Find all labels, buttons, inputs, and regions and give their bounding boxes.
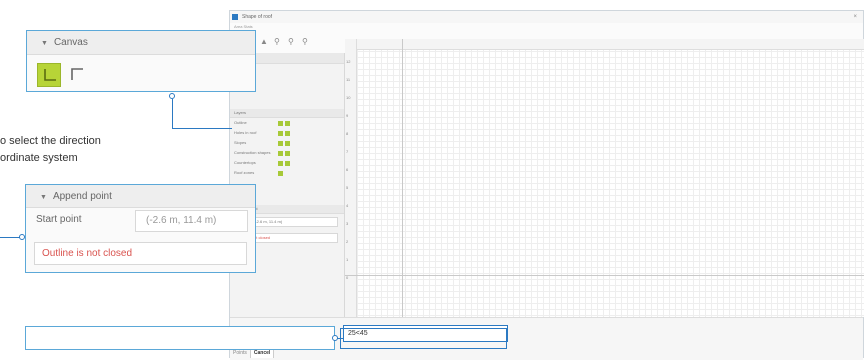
append-section-header[interactable]: ▼ Append point (26, 185, 255, 208)
layer-item[interactable]: Slopes (234, 139, 246, 147)
window-title: Shape of roof (242, 14, 273, 20)
layer-visibility-toggle[interactable] (278, 131, 283, 136)
layer-item[interactable]: Roof zones (234, 169, 254, 177)
ruler-label: 3 (346, 221, 349, 226)
undo-icon[interactable]: ▲ (260, 37, 268, 46)
ruler-label: 9 (346, 113, 349, 118)
zoom-out-icon[interactable]: ⚲ (288, 37, 294, 46)
ruler-label: 2 (346, 239, 349, 244)
collapse-triangle-icon: ▼ (41, 40, 48, 47)
layers-title: Layers (234, 110, 247, 115)
drawing-canvas[interactable]: 12 11 10 9 8 7 6 5 4 3 2 1 0 (345, 39, 864, 317)
append-point-callout: ▼ Append point Start point (-2.6 m, 11.4 … (25, 184, 256, 273)
ruler-label: 11 (346, 77, 351, 82)
layer-visibility-toggle[interactable] (278, 141, 283, 146)
append-section-title: Append point (52, 191, 112, 202)
layers-header: Layers (230, 109, 344, 118)
input-callout (25, 326, 335, 350)
ruler-label: 1 (346, 257, 349, 262)
zoom-fit-icon[interactable]: ⚲ (302, 37, 308, 46)
ruler-label: 6 (346, 167, 349, 172)
connector-dot (19, 234, 25, 240)
note-line-2: ordinate system (0, 152, 78, 164)
collapse-triangle-icon: ▼ (40, 194, 47, 201)
connector-dot (332, 335, 338, 341)
layer-lock-toggle[interactable] (285, 141, 290, 146)
zoom-in-icon[interactable]: ⚲ (274, 37, 280, 46)
ruler-label: 12 (346, 59, 351, 64)
note-line-1: o select the direction (0, 135, 101, 147)
axis-top-left-icon (71, 68, 83, 80)
layer-visibility-toggle[interactable] (278, 121, 283, 126)
layer-visibility-toggle[interactable] (278, 171, 283, 176)
ruler-label: 8 (346, 131, 349, 136)
layer-item[interactable]: Holes in roof (234, 129, 256, 137)
start-point-value: (-2.6 m, 11.4 m) (146, 215, 217, 226)
ruler-label: 4 (346, 203, 349, 208)
layer-lock-toggle[interactable] (285, 121, 290, 126)
connector-line (172, 128, 232, 129)
layer-item[interactable]: Construction shapes (234, 149, 270, 157)
ruler-label: 5 (346, 185, 349, 190)
start-point-field-small[interactable]: (-2.6 m, 11.4 m) (250, 217, 338, 227)
close-icon[interactable]: × (853, 11, 857, 23)
axis-bottom-left-icon (44, 69, 56, 81)
title-bar: Shape of roof × (230, 11, 863, 23)
layer-lock-toggle[interactable] (285, 151, 290, 156)
application-window: Shape of roof × Area Stats ▲ ⚲ ⚲ ⚲ Point… (229, 10, 864, 360)
ruler-label: 10 (346, 95, 351, 100)
ruler-label: 7 (346, 149, 349, 154)
canvas-callout: ▼ Canvas (26, 30, 256, 92)
layer-item[interactable]: Outline (234, 119, 247, 127)
outline-error-message: Outline is not closed (34, 242, 247, 265)
layer-lock-toggle[interactable] (285, 161, 290, 166)
layer-lock-toggle[interactable] (285, 131, 290, 136)
y-axis-line (402, 39, 403, 317)
input-highlight-frame (340, 328, 507, 349)
connector-dot (169, 93, 175, 99)
start-point-field[interactable]: (-2.6 m, 11.4 m) (135, 210, 248, 232)
horizontal-ruler (345, 39, 864, 50)
layer-item[interactable]: Countertops (234, 159, 256, 167)
start-point-label: Start point (36, 214, 82, 225)
layer-visibility-toggle[interactable] (278, 151, 283, 156)
app-logo-icon (232, 14, 238, 20)
coordinate-top-left-button[interactable] (65, 63, 89, 87)
layer-visibility-toggle[interactable] (278, 161, 283, 166)
menu-bar[interactable]: Area Stats (230, 23, 863, 31)
ruler-labels: 12 11 10 9 8 7 6 5 4 3 2 1 0 (346, 53, 350, 287)
coordinate-bottom-left-button[interactable] (37, 63, 61, 87)
connector-line (172, 99, 173, 128)
x-axis-line (345, 275, 864, 276)
canvas-section-header[interactable]: ▼ Canvas (27, 31, 255, 55)
canvas-section-title: Canvas (53, 37, 88, 48)
ruler-label: 0 (346, 275, 349, 280)
